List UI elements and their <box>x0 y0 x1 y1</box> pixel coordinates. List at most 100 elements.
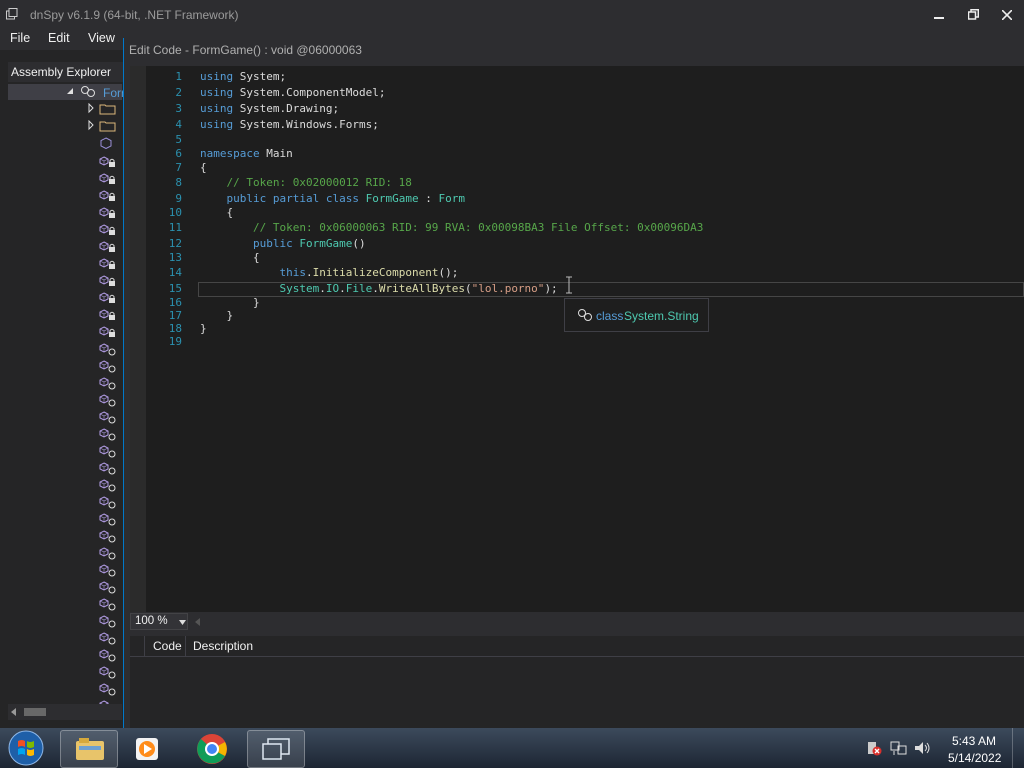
code-line[interactable]: using System; <box>200 70 286 83</box>
close-icon <box>1001 9 1013 21</box>
line-number: 14 <box>168 266 182 279</box>
method-icon[interactable] <box>99 445 117 458</box>
action-center-icon[interactable] <box>866 740 882 756</box>
scroll-left-icon[interactable] <box>195 618 200 626</box>
explorer-horizontal-scrollbar[interactable] <box>8 704 122 720</box>
field-lock-icon[interactable] <box>99 241 117 254</box>
method-icon[interactable] <box>99 683 117 696</box>
field-lock-icon[interactable] <box>99 207 117 220</box>
method-icon[interactable] <box>99 564 117 577</box>
line-number: 6 <box>175 147 182 160</box>
class-icon <box>578 309 592 321</box>
taskbar-explorer-button[interactable] <box>60 730 118 768</box>
field-lock-icon[interactable] <box>99 156 117 169</box>
method-icon[interactable] <box>99 581 117 594</box>
field-lock-icon[interactable] <box>99 224 117 237</box>
code-line[interactable]: System.IO.File.WriteAllBytes("lol.porno"… <box>200 282 557 295</box>
error-list-header: Code Description <box>130 636 1024 657</box>
clock-time[interactable]: 5:43 AM <box>952 734 996 748</box>
field-lock-icon[interactable] <box>99 173 117 186</box>
code-line[interactable]: } <box>200 296 260 309</box>
method-icon[interactable] <box>99 394 117 407</box>
minimize-button[interactable] <box>922 0 956 30</box>
field-lock-icon[interactable] <box>99 309 117 322</box>
class-icon <box>81 86 95 97</box>
column-code[interactable]: Code <box>153 639 182 653</box>
code-line[interactable]: this.InitializeComponent(); <box>200 266 458 279</box>
clock-date[interactable]: 5/14/2022 <box>948 751 1001 765</box>
code-comment[interactable]: // Token: 0x02000012 RID: 18 <box>200 176 411 189</box>
volume-icon[interactable] <box>914 740 932 756</box>
zoom-combobox[interactable]: 100 % <box>130 613 188 630</box>
line-number: 8 <box>175 176 182 189</box>
method-icon[interactable] <box>99 343 117 356</box>
method-icon[interactable] <box>99 615 117 628</box>
menu-file[interactable]: File <box>10 31 30 45</box>
restore-button[interactable] <box>956 0 990 30</box>
show-desktop-button[interactable] <box>1012 728 1024 768</box>
method-icon[interactable] <box>99 632 117 645</box>
line-number: 1 <box>175 70 182 83</box>
code-line[interactable]: { <box>200 161 207 174</box>
editor-horizontal-scrollbar[interactable] <box>190 613 1024 630</box>
code-line[interactable]: public FormGame() <box>200 237 366 250</box>
method-icon[interactable] <box>99 547 117 560</box>
method-icon[interactable] <box>99 411 117 424</box>
code-line[interactable]: { <box>200 251 260 264</box>
method-icon[interactable] <box>99 649 117 662</box>
field-lock-icon[interactable] <box>99 275 117 288</box>
code-line[interactable]: public partial class FormGame : Form <box>200 192 465 205</box>
method-icon[interactable] <box>99 530 117 543</box>
cube-icon <box>100 137 112 149</box>
window-title: dnSpy v6.1.9 (64-bit, .NET Framework) <box>30 8 239 22</box>
method-icon[interactable] <box>99 428 117 441</box>
method-icon[interactable] <box>99 479 117 492</box>
line-number: 17 <box>168 309 182 322</box>
assembly-explorer-tab[interactable]: Assembly Explorer <box>8 62 126 82</box>
field-lock-icon[interactable] <box>99 190 117 203</box>
method-icon[interactable] <box>99 598 117 611</box>
taskbar-chrome-button[interactable] <box>184 730 240 766</box>
code-line[interactable]: using System.ComponentModel; <box>200 86 385 99</box>
method-icon[interactable] <box>99 496 117 509</box>
line-number: 9 <box>175 192 182 205</box>
close-button[interactable] <box>990 0 1024 30</box>
code-line[interactable]: namespace Main <box>200 147 293 160</box>
code-line[interactable]: using System.Windows.Forms; <box>200 118 379 131</box>
method-icon[interactable] <box>99 377 117 390</box>
line-number: 12 <box>168 237 182 250</box>
folder-icon <box>76 738 104 760</box>
code-line[interactable]: } <box>200 309 233 322</box>
column-description[interactable]: Description <box>193 639 253 653</box>
app-windows-icon <box>262 738 290 760</box>
taskbar-media-button[interactable] <box>120 730 176 766</box>
error-list[interactable] <box>130 657 1024 728</box>
menu-view[interactable]: View <box>88 31 115 45</box>
field-lock-icon[interactable] <box>99 292 117 305</box>
menu-edit[interactable]: Edit <box>48 31 70 45</box>
code-comment[interactable]: // Token: 0x06000063 RID: 99 RVA: 0x0009… <box>200 221 703 234</box>
restore-icon <box>967 8 979 20</box>
tooltip-type: System.String <box>624 309 699 323</box>
scroll-left-icon[interactable] <box>11 708 17 716</box>
expand-arrow-icon[interactable] <box>66 87 74 95</box>
scrollbar-thumb[interactable] <box>24 708 46 716</box>
start-button-icon[interactable] <box>6 729 46 767</box>
zoom-value: 100 % <box>135 615 168 627</box>
method-icon[interactable] <box>99 462 117 475</box>
method-icon[interactable] <box>99 360 117 373</box>
network-icon[interactable] <box>890 740 908 756</box>
code-line[interactable]: { <box>200 206 233 219</box>
taskbar-dnspy-button[interactable] <box>247 730 305 768</box>
line-number: 4 <box>175 118 182 131</box>
field-lock-icon[interactable] <box>99 258 117 271</box>
method-icon[interactable] <box>99 666 117 679</box>
line-number: 18 <box>168 322 182 335</box>
tree-selected-label[interactable]: Forr <box>103 86 125 100</box>
folder-icon[interactable] <box>88 103 118 115</box>
code-line[interactable]: using System.Drawing; <box>200 102 339 115</box>
folder-icon[interactable] <box>88 120 118 132</box>
field-lock-icon[interactable] <box>99 326 117 339</box>
code-line[interactable]: } <box>200 322 207 335</box>
method-icon[interactable] <box>99 513 117 526</box>
